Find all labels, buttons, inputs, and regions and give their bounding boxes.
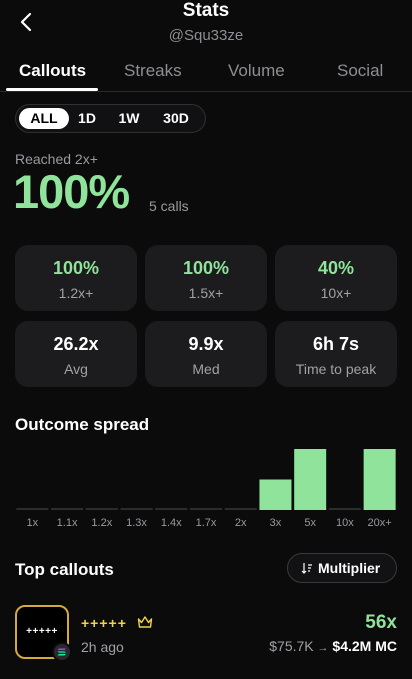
tick-label-10: 20x+ xyxy=(367,517,392,529)
stat-value: 100% xyxy=(182,258,230,278)
stat-card-time-to-peak: 6h 7s Time to peak xyxy=(275,321,397,387)
tick-label-1: 1.1x xyxy=(56,517,78,529)
active-tab-indicator xyxy=(6,88,98,91)
calls-count: 5 calls xyxy=(149,198,189,214)
tick-label-8: 5x xyxy=(304,517,316,529)
stat-card-1-2x: 100% 1.2x+ xyxy=(15,245,137,311)
stat-value: 40% xyxy=(317,258,355,278)
tick-label-0: 1x xyxy=(26,517,39,529)
sort-label: Multiplier xyxy=(318,560,381,576)
outcome-spread-svg xyxy=(16,449,396,510)
header: Stats @Squ33ze xyxy=(0,0,412,56)
stat-value: 9.9x xyxy=(188,334,224,354)
sort-multiplier-button[interactable]: Multiplier xyxy=(287,553,397,583)
tab-streaks[interactable]: Streaks xyxy=(124,61,182,81)
bar-baseline-9 xyxy=(328,508,361,510)
bar-baseline-1 xyxy=(51,508,84,510)
tick-label-6: 2x xyxy=(234,517,247,529)
range-all-button[interactable]: ALL xyxy=(19,108,69,129)
tab-social[interactable]: Social xyxy=(337,61,383,81)
solana-chain-icon xyxy=(52,642,72,662)
stat-card-avg: 26.2x Avg xyxy=(15,321,137,387)
bar-20x+ xyxy=(363,449,396,510)
outcome-spread-title: Outcome spread xyxy=(15,415,150,434)
stat-card-1-5x: 100% 1.5x+ xyxy=(145,245,267,311)
mc-to: $4.2M MC xyxy=(332,638,397,654)
bar-baseline-6 xyxy=(224,508,257,510)
user-handle: @Squ33ze xyxy=(168,27,244,44)
stat-value: 100% xyxy=(52,258,100,278)
callout-time: 2h ago xyxy=(81,639,124,655)
avatar-text: +++++ xyxy=(26,626,58,637)
tab-volume[interactable]: Volume xyxy=(228,61,285,81)
callout-multiplier: 56x xyxy=(365,612,397,633)
time-range-selector: ALL 1D 1W 30D xyxy=(15,104,206,133)
top-callouts-title: Top callouts xyxy=(15,560,114,579)
stat-label: Med xyxy=(192,361,220,377)
token-name: +++++ xyxy=(81,615,127,631)
sort-icon xyxy=(301,563,312,574)
bar-baseline-5 xyxy=(190,508,222,510)
tick-label-7: 3x xyxy=(269,517,282,529)
range-1w-button[interactable]: 1W xyxy=(112,108,146,129)
stat-label: Time to peak xyxy=(295,361,377,377)
range-30d-button[interactable]: 30D xyxy=(154,108,198,129)
bar-baseline-3 xyxy=(120,508,153,510)
reached-percentage: 100% xyxy=(13,165,130,218)
bar-baseline-4 xyxy=(155,508,188,510)
tick-label-4: 1.4x xyxy=(160,517,182,529)
tick-label-5: 1.7x xyxy=(195,517,217,529)
stat-card-10x: 40% 10x+ xyxy=(275,245,397,311)
bar-3x xyxy=(259,479,292,510)
page-title: Stats xyxy=(182,0,230,21)
market-cap-change: $75.7K → $4.2M MC xyxy=(269,638,397,654)
stat-label: 10x+ xyxy=(320,285,352,301)
stat-card-med: 9.9x Med xyxy=(145,321,267,387)
stat-label: Avg xyxy=(64,361,88,377)
tick-label-9: 10x xyxy=(336,517,354,529)
range-1d-button[interactable]: 1D xyxy=(72,108,102,129)
bar-baseline-0 xyxy=(16,508,49,510)
stat-label: 1.2x+ xyxy=(58,285,94,301)
stat-label: 1.5x+ xyxy=(188,285,224,301)
tab-bar: Callouts Streaks Volume Social xyxy=(0,58,412,92)
tick-label-2: 1.2x xyxy=(91,517,113,529)
arrow-icon: → xyxy=(317,642,329,654)
mc-from: $75.7K xyxy=(269,638,314,654)
tab-callouts[interactable]: Callouts xyxy=(19,61,86,81)
stat-value: 6h 7s xyxy=(312,334,360,354)
bar-baseline-2 xyxy=(85,508,118,510)
bar-5x xyxy=(294,449,327,510)
crown-icon xyxy=(137,616,153,628)
callout-row[interactable]: +++++ +++++ 2h ago 56x $75.7K → $4.2M MC xyxy=(15,605,397,665)
tick-label-3: 1.3x xyxy=(126,517,147,529)
stat-value: 26.2x xyxy=(53,334,99,354)
